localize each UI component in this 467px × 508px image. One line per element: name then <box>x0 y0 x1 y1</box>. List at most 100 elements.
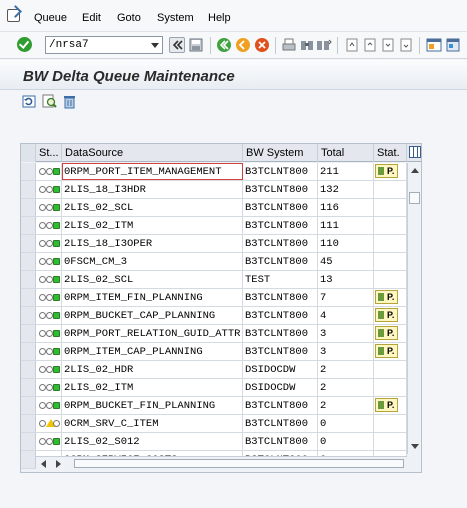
table-row[interactable]: 2LIS_02_SCL TEST 13 <box>21 271 407 289</box>
datasource-cell[interactable]: 2LIS_18_I3OPER <box>62 235 243 252</box>
row-selector[interactable] <box>21 379 36 396</box>
bw-system-cell[interactable]: B3TCLNT800 <box>243 343 318 360</box>
table-row[interactable]: 2LIS_02_ITM DSIDOCDW 2 <box>21 379 407 397</box>
table-row[interactable]: 0RPM_ITEM_CAP_PLANNING B3TCLNT800 3 P. <box>21 343 407 361</box>
row-selector[interactable] <box>21 451 36 468</box>
bw-system-cell[interactable]: B3TCLNT800 <box>243 163 318 180</box>
table-row[interactable]: 2LIS_02_HDR DSIDOCDW 2 <box>21 361 407 379</box>
bw-system-cell[interactable]: B3TCLNT800 <box>243 181 318 198</box>
table-row[interactable]: 0RPM_BUCKET_CAP_PLANNING B3TCLNT800 4 P. <box>21 307 407 325</box>
total-cell[interactable]: 111 <box>318 217 374 234</box>
last-page-icon[interactable] <box>398 37 414 53</box>
row-selector[interactable] <box>21 415 36 432</box>
datasource-cell[interactable]: 0RPM_BUCKET_FIN_PLANNING <box>62 397 243 414</box>
layout-settings-icon[interactable] <box>409 146 421 158</box>
menu-goto[interactable]: Goto <box>117 12 141 24</box>
row-selector[interactable] <box>21 343 36 360</box>
vertical-scroll-thumb[interactable] <box>409 192 420 204</box>
table-row[interactable]: 2LIS_02_ITM B3TCLNT800 111 <box>21 217 407 235</box>
row-selector[interactable] <box>21 397 36 414</box>
total-cell[interactable]: 0 <box>318 433 374 450</box>
status-detail-button[interactable]: P. <box>375 164 398 178</box>
system-menu-icon[interactable] <box>7 9 20 22</box>
column-header-total[interactable]: Total <box>318 144 374 162</box>
exit-icon[interactable] <box>235 37 251 53</box>
find-next-icon[interactable] <box>316 37 332 53</box>
datasource-cell[interactable]: 2LIS_02_ITM <box>62 379 243 396</box>
row-selector[interactable] <box>21 217 36 234</box>
column-header-bw-system[interactable]: BW System <box>243 144 318 162</box>
total-cell[interactable]: 13 <box>318 271 374 288</box>
row-selector[interactable] <box>21 289 36 306</box>
status-detail-button[interactable]: P. <box>375 344 398 358</box>
back-double-icon[interactable] <box>169 37 185 53</box>
datasource-cell[interactable]: 0CRM_SRV_C_ITEM <box>62 415 243 432</box>
menu-edit[interactable]: Edit <box>82 12 101 24</box>
bw-system-cell[interactable]: B3TCLNT800 <box>243 235 318 252</box>
command-field[interactable]: /nrsa7 <box>45 36 163 54</box>
back-icon[interactable] <box>216 37 232 53</box>
select-all-cell[interactable] <box>21 144 36 162</box>
datasource-cell[interactable]: 2LIS_02_HDR <box>62 361 243 378</box>
datasource-cell[interactable]: 0RPM_BUCKET_CAP_PLANNING <box>62 307 243 324</box>
row-selector[interactable] <box>21 235 36 252</box>
table-row[interactable]: 0RPM_ITEM_FIN_PLANNING B3TCLNT800 7 P. <box>21 289 407 307</box>
table-row[interactable]: 2LIS_18_I3OPER B3TCLNT800 110 <box>21 235 407 253</box>
save-icon[interactable] <box>188 37 204 53</box>
row-selector[interactable] <box>21 253 36 270</box>
total-cell[interactable]: 132 <box>318 181 374 198</box>
row-selector[interactable] <box>21 181 36 198</box>
row-selector[interactable] <box>21 307 36 324</box>
status-detail-button[interactable]: P. <box>375 290 398 304</box>
total-cell[interactable]: 4 <box>318 307 374 324</box>
next-page-icon[interactable] <box>380 37 396 53</box>
menu-help[interactable]: Help <box>208 12 231 24</box>
datasource-cell[interactable]: 0RPM_ITEM_CAP_PLANNING <box>62 343 243 360</box>
column-header-status[interactable]: St... <box>36 144 62 162</box>
datasource-cell[interactable]: 2LIS_02_SCL <box>62 199 243 216</box>
bw-system-cell[interactable]: TEST <box>243 271 318 288</box>
total-cell[interactable]: 2 <box>318 379 374 396</box>
table-row[interactable]: 0CRM_SRV_C_ITEM B3TCLNT800 0 <box>21 415 407 433</box>
create-session-icon[interactable] <box>426 37 442 53</box>
datasource-cell[interactable]: 0FSCM_CM_3 <box>62 253 243 270</box>
first-page-icon[interactable] <box>344 37 360 53</box>
bw-system-cell[interactable]: B3TCLNT800 <box>243 325 318 342</box>
table-row[interactable]: 2LIS_02_S012 B3TCLNT800 0 <box>21 433 407 451</box>
total-cell[interactable]: 45 <box>318 253 374 270</box>
enter-check-icon[interactable] <box>17 37 32 52</box>
total-cell[interactable]: 7 <box>318 289 374 306</box>
scroll-left-icon[interactable] <box>41 460 46 468</box>
table-row[interactable]: 2LIS_02_SCL B3TCLNT800 116 <box>21 199 407 217</box>
prev-page-icon[interactable] <box>362 37 378 53</box>
total-cell[interactable]: 211 <box>318 163 374 180</box>
bw-system-cell[interactable]: B3TCLNT800 <box>243 199 318 216</box>
refresh-icon[interactable] <box>22 94 37 109</box>
row-selector[interactable] <box>21 325 36 342</box>
scroll-down-icon[interactable] <box>411 444 419 449</box>
total-cell[interactable]: 116 <box>318 199 374 216</box>
table-row[interactable]: 0RPM_BUCKET_FIN_PLANNING B3TCLNT800 2 P. <box>21 397 407 415</box>
status-detail-button[interactable]: P. <box>375 398 398 412</box>
bw-system-cell[interactable]: DSIDOCDW <box>243 361 318 378</box>
delete-icon[interactable] <box>62 94 77 109</box>
row-selector[interactable] <box>21 271 36 288</box>
column-header-stat[interactable]: Stat. <box>374 144 407 162</box>
bw-system-cell[interactable]: DSIDOCDW <box>243 379 318 396</box>
datasource-cell[interactable]: 2LIS_02_ITM <box>62 217 243 234</box>
datasource-cell[interactable]: 2LIS_18_I3HDR <box>62 181 243 198</box>
status-detail-button[interactable]: P. <box>375 308 398 322</box>
bw-system-cell[interactable]: B3TCLNT800 <box>243 253 318 270</box>
vertical-scrollbar[interactable] <box>407 163 421 454</box>
find-icon[interactable] <box>299 37 315 53</box>
column-header-datasource[interactable]: DataSource <box>62 144 243 162</box>
shortcut-icon[interactable] <box>445 37 461 53</box>
print-icon[interactable] <box>281 37 297 53</box>
display-data-icon[interactable] <box>42 94 57 109</box>
datasource-cell[interactable]: 0RPM_PORT_ITEM_MANAGEMENT <box>62 163 243 180</box>
chevron-down-icon[interactable] <box>149 38 161 52</box>
cancel-icon[interactable] <box>254 37 270 53</box>
total-cell[interactable]: 2 <box>318 397 374 414</box>
table-row[interactable]: 2LIS_18_I3HDR B3TCLNT800 132 <box>21 181 407 199</box>
total-cell[interactable]: 3 <box>318 325 374 342</box>
